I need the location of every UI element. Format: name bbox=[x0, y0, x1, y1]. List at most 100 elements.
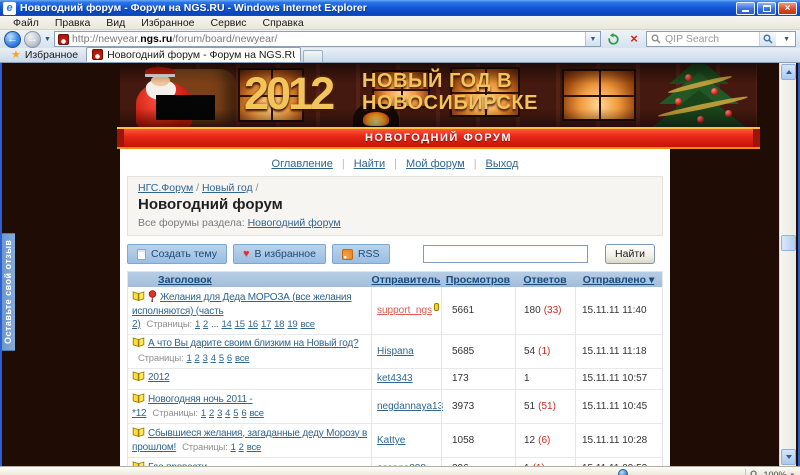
column-header[interactable]: Заголовок bbox=[128, 274, 371, 286]
sender-link[interactable]: Kattye bbox=[377, 435, 405, 446]
scroll-up-button[interactable] bbox=[781, 64, 796, 80]
sender-link[interactable]: support_ngs bbox=[377, 305, 432, 316]
close-button[interactable]: × bbox=[778, 2, 797, 15]
page-link[interactable]: 1 bbox=[186, 353, 191, 364]
page-link[interactable]: 4 bbox=[211, 353, 216, 364]
page-link[interactable]: 2 bbox=[209, 408, 214, 419]
rss-button[interactable]: RSS bbox=[332, 244, 390, 264]
page-link[interactable]: 3 bbox=[203, 353, 208, 364]
page-link[interactable]: 15 bbox=[235, 319, 245, 330]
menu-item[interactable]: Файл bbox=[5, 17, 47, 29]
menu-item[interactable]: Избранное bbox=[133, 17, 202, 29]
tab-forum[interactable]: Новогодний форум - Форум на NGS.RU bbox=[86, 47, 301, 62]
topic-link[interactable]: 2012 bbox=[148, 372, 169, 383]
nav-separator: | bbox=[342, 158, 345, 170]
sender-link[interactable]: negdannaya13 bbox=[377, 401, 443, 412]
rss-label: RSS bbox=[358, 248, 380, 260]
search-options-dropdown-icon[interactable]: ▼ bbox=[780, 36, 793, 43]
page-link[interactable]: 3 bbox=[217, 408, 222, 419]
pages-label: Страницы: bbox=[182, 442, 227, 453]
page-link[interactable]: 19 bbox=[287, 319, 297, 330]
new-tab-button[interactable] bbox=[303, 50, 323, 62]
restore-button[interactable] bbox=[757, 2, 776, 15]
page-link[interactable]: 16 bbox=[248, 319, 258, 330]
nav-link[interactable]: Выход bbox=[486, 158, 519, 170]
page-link[interactable]: 6 bbox=[241, 408, 246, 419]
banner-year: 2012 bbox=[244, 68, 332, 120]
forward-button[interactable]: → bbox=[24, 31, 41, 48]
nav-link[interactable]: Мой форум bbox=[406, 158, 465, 170]
sender-link[interactable]: Hispana bbox=[377, 346, 414, 357]
pages-label: Страницы: bbox=[138, 353, 183, 364]
page-link[interactable]: все bbox=[235, 353, 249, 364]
page-link[interactable]: все bbox=[249, 408, 263, 419]
replies-new-count: (1) bbox=[538, 346, 550, 357]
views-cell: 5661 bbox=[441, 287, 515, 334]
topic-row: Желания для Деда МОРОЗА (все желания исп… bbox=[128, 287, 662, 334]
address-bar[interactable]: http://newyear.ngs.ru/forum/board/newyea… bbox=[54, 31, 601, 47]
page-link[interactable]: 6 bbox=[227, 353, 232, 364]
feedback-tab[interactable]: Оставьте свой отзыв bbox=[0, 233, 15, 351]
page-link[interactable]: 5 bbox=[219, 353, 224, 364]
topics-table: ЗаголовокОтправительПросмотровОтветовОтп… bbox=[127, 271, 663, 466]
page-link[interactable]: все bbox=[301, 319, 315, 330]
address-dropdown-icon[interactable]: ▼ bbox=[585, 32, 600, 46]
scroll-down-button[interactable] bbox=[781, 449, 796, 465]
column-header[interactable]: Ответов bbox=[515, 274, 575, 286]
subtitle-link[interactable]: Новогодний форум bbox=[248, 217, 341, 229]
add-favorite-button[interactable]: ♥ В избранное bbox=[233, 244, 326, 264]
page-link[interactable]: 2 bbox=[195, 353, 200, 364]
stop-button[interactable]: × bbox=[625, 31, 643, 47]
replies-cell: 1 bbox=[515, 369, 575, 390]
page-link[interactable]: 1 bbox=[201, 408, 206, 419]
column-header[interactable]: Отправлено ▾ bbox=[575, 274, 662, 286]
forum-search-input[interactable] bbox=[423, 245, 588, 263]
document-icon bbox=[137, 249, 146, 260]
window-border bbox=[0, 16, 2, 475]
page-link[interactable]: 17 bbox=[261, 319, 271, 330]
pages-label: Страницы: bbox=[152, 408, 197, 419]
menu-item[interactable]: Сервис bbox=[203, 17, 255, 29]
page-link[interactable]: 18 bbox=[274, 319, 284, 330]
views-cell: 1058 bbox=[441, 424, 515, 457]
minimize-button[interactable] bbox=[736, 2, 755, 15]
column-header[interactable]: Просмотров bbox=[441, 274, 515, 286]
page-link[interactable]: 1 bbox=[231, 442, 236, 453]
table-header-row: ЗаголовокОтправительПросмотровОтветовОтп… bbox=[128, 272, 662, 287]
menu-item[interactable]: Справка bbox=[254, 17, 311, 29]
zoom-level[interactable]: 100% bbox=[763, 470, 786, 475]
nav-link[interactable]: Оглавление bbox=[272, 158, 333, 170]
topic-link[interactable]: А что Вы дарите своим близким на Новый г… bbox=[148, 338, 358, 349]
nav-link[interactable]: Найти bbox=[354, 158, 385, 170]
breadcrumb-link[interactable]: НГС.Форум bbox=[138, 182, 193, 194]
scrollbar-thumb[interactable] bbox=[781, 235, 796, 251]
page-link[interactable]: 14 bbox=[221, 319, 231, 330]
menu-item[interactable]: Правка bbox=[47, 17, 98, 29]
favorites-button[interactable]: ★ Избранное bbox=[3, 48, 86, 62]
page-link[interactable]: все bbox=[247, 442, 261, 453]
sender-link[interactable]: ket4343 bbox=[377, 373, 413, 384]
quick-search-input[interactable] bbox=[665, 33, 755, 45]
page-link[interactable]: 1 bbox=[195, 319, 200, 330]
views-cell: 173 bbox=[441, 369, 515, 390]
page-link[interactable]: 2 bbox=[203, 319, 208, 330]
page-link[interactable]: 4 bbox=[225, 408, 230, 419]
ribbon-title: НОВОГОДНИЙ ФОРУМ bbox=[365, 132, 512, 144]
find-button[interactable]: Найти bbox=[605, 244, 655, 264]
page-link[interactable]: 2 bbox=[239, 442, 244, 453]
search-go-button[interactable] bbox=[759, 32, 776, 46]
page-link[interactable]: 5 bbox=[233, 408, 238, 419]
vertical-scrollbar[interactable] bbox=[779, 63, 796, 466]
column-header[interactable]: Отправитель bbox=[371, 274, 441, 286]
refresh-button[interactable] bbox=[604, 31, 622, 47]
history-dropdown-icon[interactable]: ▼ bbox=[44, 36, 51, 43]
back-button[interactable]: ← bbox=[4, 31, 21, 48]
create-topic-button[interactable]: Создать тему bbox=[127, 244, 227, 264]
menu-item[interactable]: Вид bbox=[98, 17, 133, 29]
globe-icon bbox=[618, 469, 628, 475]
breadcrumb-link[interactable]: Новый год bbox=[202, 182, 253, 194]
zoom-dropdown-icon[interactable]: ▾ bbox=[790, 471, 794, 475]
views-cell: 296 bbox=[441, 458, 515, 466]
address-toolbar: ← → ▼ http://newyear.ngs.ru/forum/board/… bbox=[0, 30, 800, 48]
topic-cell: Где провести bbox=[128, 458, 371, 466]
